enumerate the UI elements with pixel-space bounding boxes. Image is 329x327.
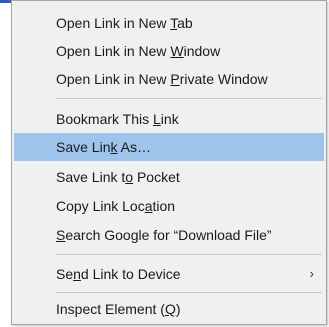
screen: Open Link in New Tab Open Link in New Wi… bbox=[0, 0, 329, 327]
accesskey: Q bbox=[164, 301, 176, 317]
menu-item-open-link-new-tab[interactable]: Open Link in New Tab bbox=[14, 9, 324, 37]
menu-item-label: rivate Window bbox=[179, 71, 268, 87]
accesskey: a bbox=[144, 198, 153, 214]
menu-item-label: ab bbox=[177, 15, 193, 31]
submenu-arrow-icon: › bbox=[309, 266, 314, 281]
context-menu: Open Link in New Tab Open Link in New Wi… bbox=[11, 0, 327, 325]
menu-item-label: ink bbox=[160, 111, 179, 127]
accesskey: P bbox=[170, 71, 180, 87]
menu-item-label: Open Link in New bbox=[56, 71, 171, 87]
menu-item-label: tion bbox=[152, 198, 176, 214]
menu-item-label: Save Link t bbox=[56, 169, 126, 185]
menu-item-save-link-to-pocket[interactable]: Save Link to Pocket bbox=[14, 163, 324, 191]
menu-item-label: Pocket bbox=[133, 169, 180, 185]
menu-item-label: Inspect Element ( bbox=[56, 301, 165, 317]
menu-item-label: indow bbox=[183, 43, 221, 59]
accesskey: n bbox=[73, 266, 81, 282]
menu-item-copy-link-location[interactable]: Copy Link Location bbox=[14, 192, 324, 220]
menu-item-open-link-new-window[interactable]: Open Link in New Window bbox=[14, 37, 324, 65]
menu-item-label: Open Link in New bbox=[56, 43, 171, 59]
menu-item-label: Se bbox=[56, 266, 74, 282]
accesskey: W bbox=[170, 43, 184, 59]
menu-item-inspect-element[interactable]: Inspect Element (Q) bbox=[14, 295, 324, 323]
menu-item-bookmark-link[interactable]: Bookmark This Link bbox=[14, 105, 324, 133]
accesskey: S bbox=[56, 227, 66, 243]
menu-item-search-google[interactable]: Search Google for “Download File” bbox=[14, 221, 324, 249]
menu-separator bbox=[56, 254, 322, 255]
menu-item-label: Open Link in New bbox=[56, 15, 171, 31]
menu-item-label: Save Lin bbox=[56, 139, 111, 155]
accesskey: o bbox=[125, 169, 134, 185]
menu-item-label: d Link to Device bbox=[80, 266, 181, 282]
menu-item-save-link-as[interactable]: Save Link As… bbox=[14, 133, 324, 161]
menu-separator bbox=[56, 292, 322, 293]
menu-item-label: Copy Link Loc bbox=[56, 198, 145, 214]
menu-item-label: ) bbox=[175, 301, 181, 317]
menu-item-label: earch Google for “Download File” bbox=[65, 227, 272, 243]
menu-item-send-link-to-device[interactable]: Send Link to Device › bbox=[14, 260, 324, 288]
menu-separator bbox=[56, 98, 322, 99]
menu-item-label: As… bbox=[117, 139, 151, 155]
menu-item-label: Bookmark This bbox=[56, 111, 153, 127]
accesskey: L bbox=[153, 111, 161, 127]
menu-item-open-link-private-window[interactable]: Open Link in New Private Window bbox=[14, 65, 324, 93]
